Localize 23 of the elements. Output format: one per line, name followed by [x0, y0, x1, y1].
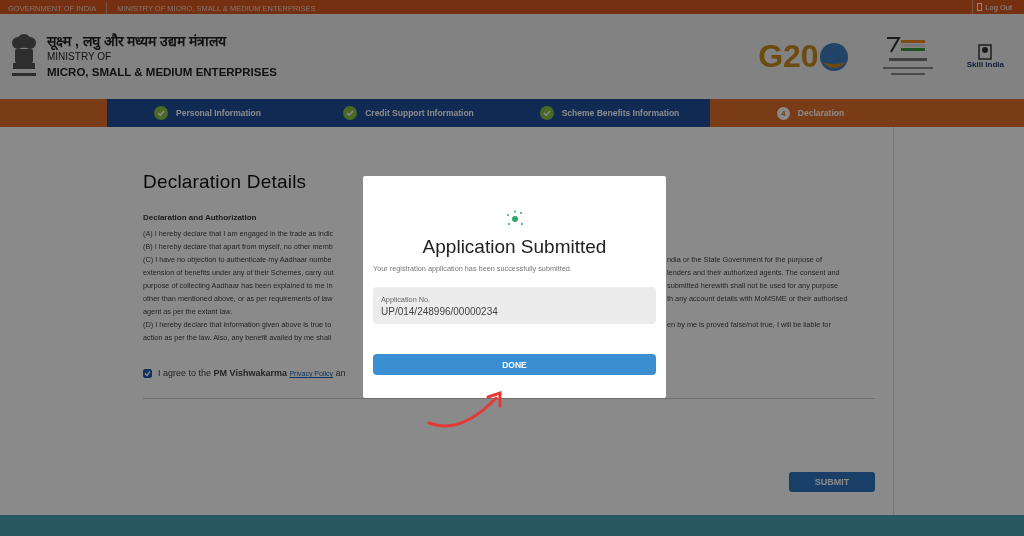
g20-logo: G20	[758, 38, 849, 75]
ministry-hindi-name: सूक्ष्म , लघु और मध्यम उद्यम मंत्रालय	[47, 33, 228, 50]
step-tab[interactable]: Credit Support Information	[308, 99, 509, 127]
sparkle-icon	[504, 210, 525, 228]
step-tab[interactable]: Personal Information	[107, 99, 308, 127]
done-button[interactable]: DONE	[373, 354, 656, 375]
check-circle-icon	[539, 106, 554, 120]
consent-checkbox[interactable]	[143, 368, 152, 378]
globe-lotus-icon	[818, 41, 849, 72]
skill-india-logo: Skill India	[966, 60, 1004, 69]
check-circle-icon	[343, 106, 358, 120]
logout-icon	[977, 3, 983, 11]
step-number: 4	[776, 106, 790, 120]
modal-title: Application Submitted	[422, 236, 607, 258]
ministry-name: MICRO, SMALL & MEDIUM ENTERPRISES	[47, 65, 277, 80]
skill-india-icon	[978, 44, 993, 60]
submit-button[interactable]: SUBMIT	[789, 472, 875, 492]
section-title: Declaration and Authorization	[143, 213, 258, 222]
field-value: UP/014/248996/00000234	[381, 305, 499, 317]
step-tab[interactable]: Scheme Benefits Information	[509, 99, 710, 127]
check-circle-icon	[154, 106, 168, 120]
ministry-label: MINISTRY OF	[47, 50, 113, 64]
form-title: Declaration Details	[143, 171, 308, 194]
